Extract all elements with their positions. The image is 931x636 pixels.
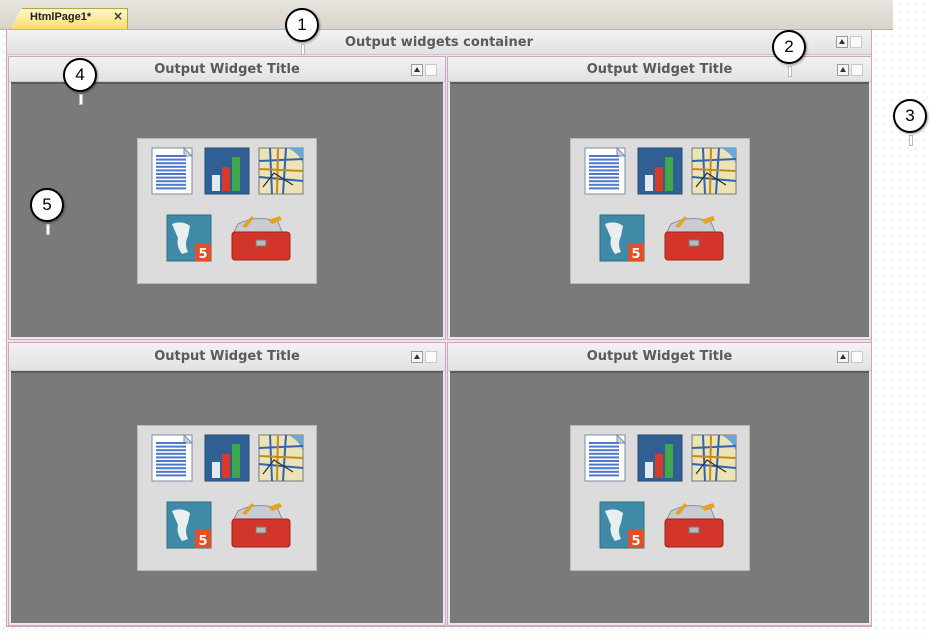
widget-body: 5: [450, 371, 869, 623]
bar-chart-icon: [637, 434, 682, 482]
callout-4-pointer: [79, 94, 83, 105]
output-widgets-container[interactable]: Output widgets container Output Widget T…: [6, 29, 872, 627]
callout-5-pointer: [46, 224, 50, 235]
collapse-icon[interactable]: [411, 64, 423, 76]
widget-title: Output Widget Title: [586, 62, 733, 77]
bar-chart-icon: [204, 147, 250, 194]
maximize-icon[interactable]: [425, 64, 437, 76]
widget-body: 5: [11, 82, 443, 337]
document-tab-label[interactable]: HtmlPage1*: [30, 11, 91, 23]
widget-titlebar[interactable]: Output Widget Title: [9, 343, 445, 371]
callout-5: 5: [30, 188, 64, 222]
toolbox-icon: [231, 215, 291, 260]
callout-3: 3: [893, 99, 927, 133]
widget-body: 5: [11, 371, 443, 623]
callout-1: 1: [285, 8, 319, 42]
bar-chart-icon: [637, 147, 682, 194]
output-widget[interactable]: Output Widget Title 5: [447, 342, 872, 626]
document-icon: [584, 434, 626, 482]
toolbox-icon: [664, 503, 723, 548]
svg-text:5: 5: [198, 247, 207, 262]
toolbox-icon: [231, 503, 291, 548]
html5-globe-icon: 5: [166, 501, 212, 549]
map-icon: [258, 434, 304, 482]
svg-text:5: 5: [631, 534, 640, 549]
html5-globe-icon: 5: [166, 214, 212, 262]
widget-title: Output Widget Title: [154, 349, 300, 364]
widget-body: 5: [450, 82, 869, 337]
document-icon: [151, 146, 194, 194]
html5-globe-icon: 5: [599, 501, 644, 549]
html5-globe-icon: 5: [599, 214, 644, 262]
map-icon: [691, 434, 736, 482]
document-tab-strip: HtmlPage1* ×: [0, 0, 893, 30]
callout-2: 2: [772, 30, 806, 64]
close-icon[interactable]: ×: [113, 9, 123, 23]
widget-icon-panel: 5: [569, 137, 750, 284]
widget-titlebar[interactable]: Output Widget Title: [448, 57, 871, 82]
callout-1-pointer: [301, 44, 305, 55]
widget-icon-panel: 5: [137, 425, 317, 571]
callout-3-pointer: [909, 135, 913, 146]
collapse-icon[interactable]: [836, 36, 848, 48]
map-icon: [258, 147, 304, 194]
toolbox-icon: [664, 215, 723, 260]
document-icon: [584, 146, 626, 194]
output-widget[interactable]: Output Widget Title 5: [8, 56, 446, 340]
container-title: Output widgets container: [344, 35, 533, 50]
bar-chart-icon: [204, 434, 250, 482]
collapse-icon[interactable]: [837, 64, 849, 76]
maximize-icon[interactable]: [851, 64, 863, 76]
svg-text:5: 5: [631, 247, 640, 262]
maximize-icon[interactable]: [425, 351, 437, 363]
container-titlebar[interactable]: Output widgets container: [7, 30, 871, 55]
svg-text:5: 5: [198, 534, 207, 549]
collapse-icon[interactable]: [411, 351, 423, 363]
callout-2-pointer: [788, 66, 792, 77]
output-widget[interactable]: Output Widget Title 5: [447, 56, 872, 340]
collapse-icon[interactable]: [837, 351, 849, 363]
widget-title: Output Widget Title: [586, 349, 733, 364]
widget-icon-panel: 5: [137, 137, 317, 284]
widget-titlebar[interactable]: Output Widget Title: [448, 343, 871, 371]
document-icon: [151, 434, 194, 482]
widget-icon-panel: 5: [569, 425, 750, 571]
callout-4: 4: [63, 58, 97, 92]
maximize-icon[interactable]: [850, 36, 862, 48]
map-icon: [691, 147, 736, 194]
output-widget[interactable]: Output Widget Title 5: [8, 342, 446, 626]
maximize-icon[interactable]: [851, 351, 863, 363]
